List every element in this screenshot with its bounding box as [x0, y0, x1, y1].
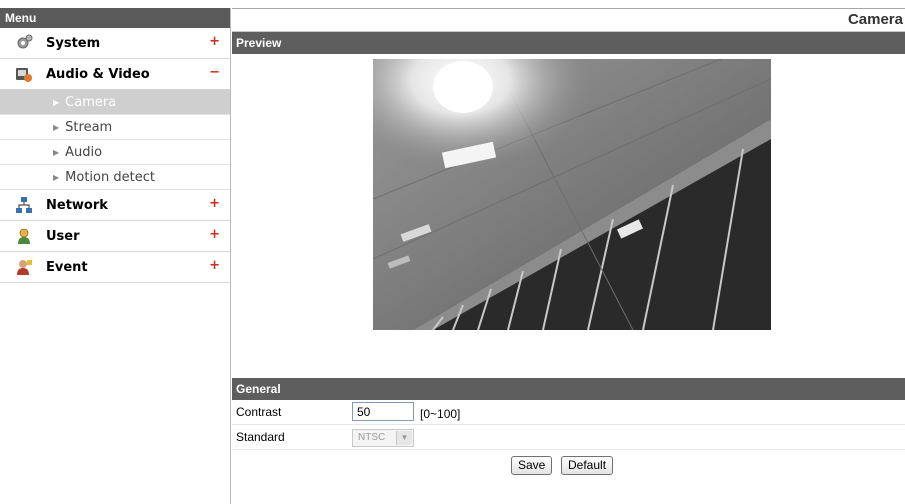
chevron-down-icon: ▼ — [396, 431, 412, 445]
collapse-minus-icon[interactable]: − — [209, 65, 220, 80]
standard-selected-value: NTSC — [358, 432, 386, 443]
preview-section-header: Preview — [232, 32, 905, 54]
system-icon — [15, 34, 33, 52]
submenu-arrow-icon: ▶ — [53, 122, 60, 132]
button-row: Save Default — [232, 450, 905, 480]
expand-plus-icon[interactable]: + — [209, 227, 220, 242]
page-title: Camera — [232, 8, 905, 32]
expand-plus-icon[interactable]: + — [209, 196, 220, 211]
expand-plus-icon[interactable]: + — [209, 258, 220, 273]
expand-plus-icon[interactable]: + — [209, 34, 220, 49]
sidebar-item-system[interactable]: System + — [0, 28, 230, 59]
submenu-item-motion-detect[interactable]: ▶ Motion detect — [0, 165, 230, 190]
submenu-item-stream[interactable]: ▶ Stream — [0, 115, 230, 140]
sidebar-item-audio-video[interactable]: Audio & Video − — [0, 59, 230, 90]
sidebar-item-label: Event — [46, 259, 88, 275]
sidebar-item-network[interactable]: Network + — [0, 190, 230, 221]
sidebar-item-label: User — [46, 228, 80, 244]
event-icon — [15, 258, 33, 276]
main-content: Camera Preview General Contrast 50 [0~10… — [232, 8, 905, 504]
network-icon — [15, 196, 33, 214]
submenu-item-camera[interactable]: ▶ Camera — [0, 90, 230, 115]
save-button[interactable]: Save — [511, 456, 553, 475]
standard-row: Standard NTSC ▼ — [232, 425, 905, 450]
submenu-item-label: Motion detect — [65, 169, 155, 185]
contrast-label: Contrast — [236, 405, 282, 419]
contrast-range-hint: [0~100] — [420, 407, 461, 421]
default-button[interactable]: Default — [561, 456, 614, 475]
user-icon — [15, 227, 33, 245]
standard-select[interactable]: NTSC ▼ — [352, 429, 414, 447]
submenu-arrow-icon: ▶ — [53, 172, 60, 182]
sidebar-item-label: Audio & Video — [46, 66, 150, 82]
general-section-header: General — [232, 378, 905, 400]
submenu-item-label: Audio — [65, 144, 103, 160]
audio-video-icon — [15, 65, 33, 83]
menu-header: Menu — [0, 8, 230, 28]
contrast-input[interactable] — [352, 402, 414, 421]
submenu-item-audio[interactable]: ▶ Audio — [0, 140, 230, 165]
submenu-item-label: Stream — [65, 119, 113, 135]
contrast-row: Contrast [0~100] — [232, 400, 905, 425]
standard-label: Standard — [236, 430, 285, 444]
sidebar-item-event[interactable]: Event + — [0, 252, 230, 283]
sidebar-item-label: System — [46, 35, 101, 51]
submenu-arrow-icon: ▶ — [53, 97, 60, 107]
camera-preview-image — [373, 59, 771, 330]
preview-area — [232, 54, 905, 378]
sidebar-item-label: Network — [46, 197, 108, 213]
submenu-arrow-icon: ▶ — [53, 147, 60, 157]
submenu-item-label: Camera — [65, 94, 117, 110]
sidebar-menu: Menu System + Audio & Video − ▶ Camera ▶… — [0, 8, 231, 504]
sidebar-item-user[interactable]: User + — [0, 221, 230, 252]
